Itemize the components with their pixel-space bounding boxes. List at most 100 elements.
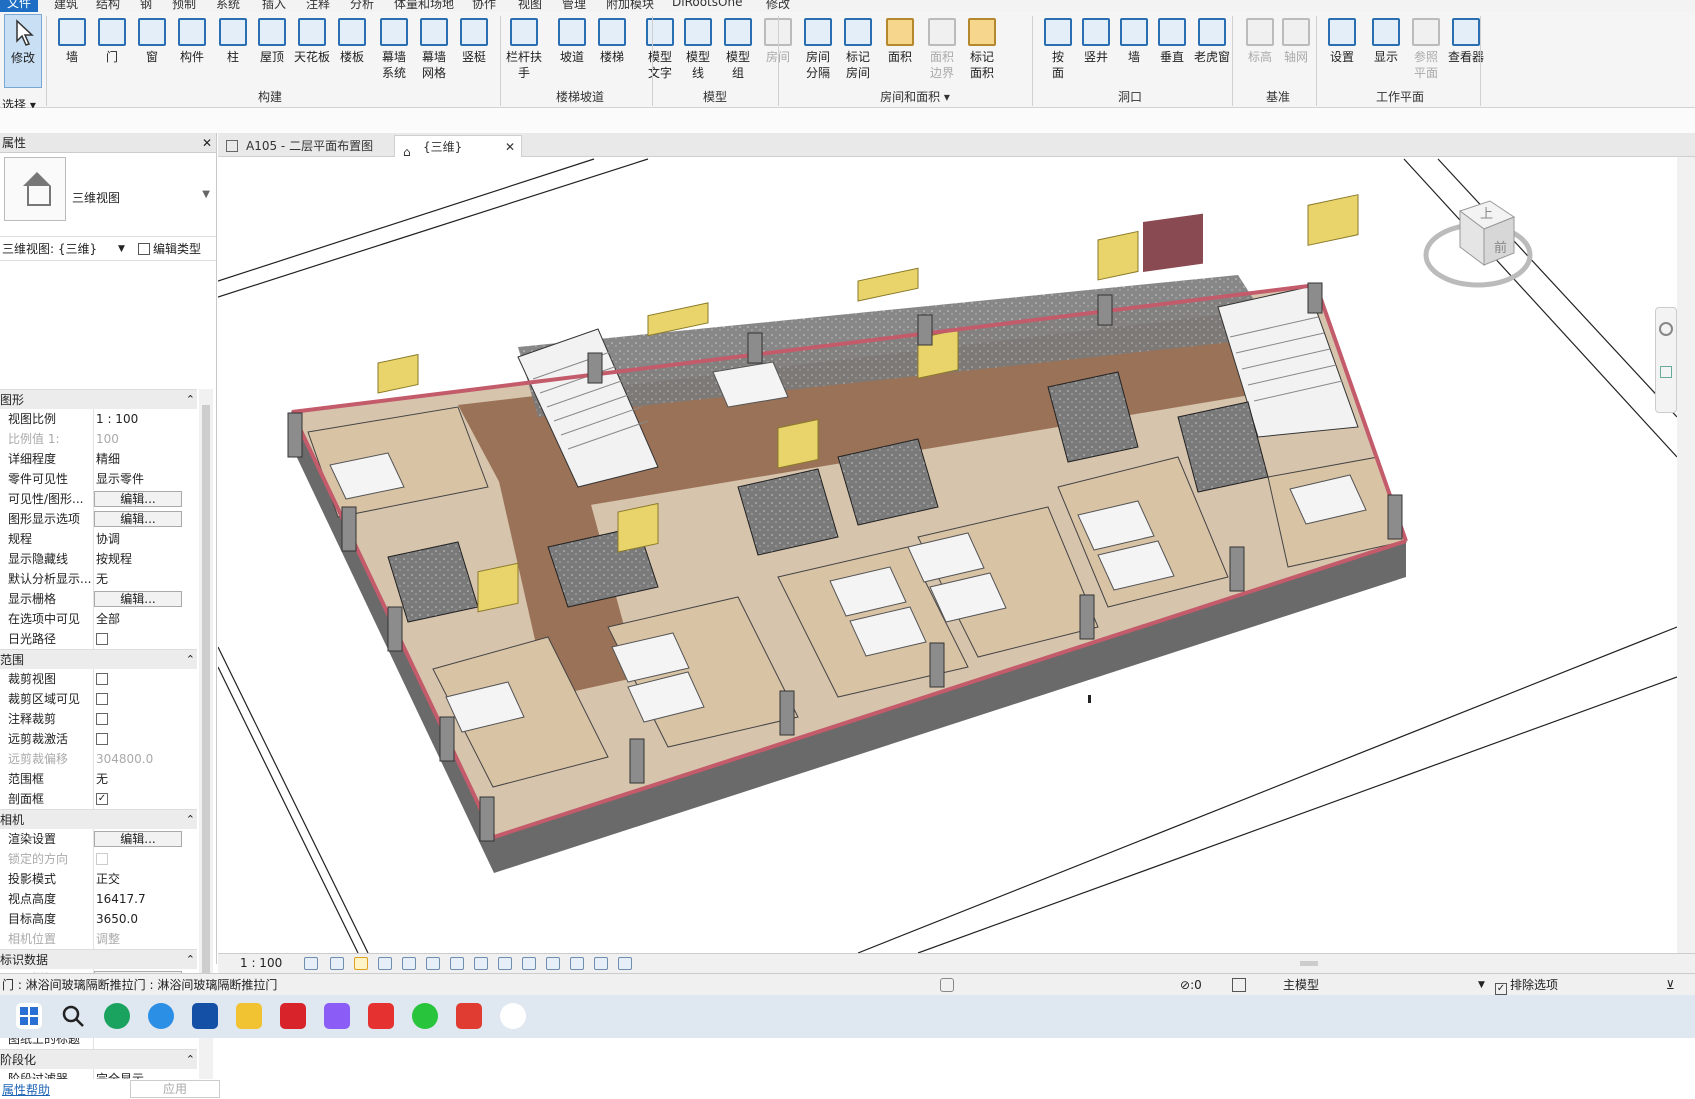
sun-path-icon[interactable] <box>354 957 368 970</box>
view-canvas-3d[interactable]: 上 前 <box>218 157 1677 953</box>
property-value[interactable]: 完全显示 <box>93 1069 197 1079</box>
property-checkbox[interactable] <box>96 713 108 725</box>
menu-addins[interactable]: 附加模块 <box>606 0 654 12</box>
level-button[interactable]: 标高 <box>1240 14 1280 65</box>
model-text-button[interactable]: 模型 文字 <box>640 14 680 81</box>
curtain-grid-button[interactable]: 幕墙 网格 <box>414 14 454 81</box>
column-button[interactable]: 柱 <box>213 14 253 65</box>
design-options-icon[interactable] <box>1232 978 1246 992</box>
property-value[interactable]: 协调 <box>93 529 197 549</box>
steering-wheel-icon[interactable] <box>1659 322 1673 336</box>
model-line-button[interactable]: 模型 线 <box>678 14 718 81</box>
chevron-down-icon[interactable]: ▼ <box>202 189 210 200</box>
worksharing-icon[interactable] <box>546 957 560 970</box>
show-crop-icon[interactable] <box>450 957 464 970</box>
wps-office-icon[interactable] <box>368 1003 394 1029</box>
property-value[interactable]: 无 <box>93 569 197 589</box>
menu-architecture[interactable]: 建筑 <box>54 0 78 12</box>
menu-collaborate[interactable]: 协作 <box>472 0 496 12</box>
reveal-hidden-icon[interactable] <box>522 957 536 970</box>
app-red-icon[interactable] <box>456 1003 482 1029</box>
qq-icon[interactable] <box>500 1003 526 1029</box>
crop-view-icon[interactable] <box>426 957 440 970</box>
property-section[interactable]: 图形 ⌃ <box>0 389 197 409</box>
window-button[interactable]: 窗 <box>132 14 172 65</box>
wechat-icon[interactable] <box>412 1003 438 1029</box>
render-icon[interactable] <box>402 957 416 970</box>
wall-opening-button[interactable]: 墙 <box>1114 14 1154 65</box>
revit-icon[interactable] <box>192 1003 218 1029</box>
tab-3d-view[interactable]: ⌂ {三维} ✕ <box>394 135 522 159</box>
properties-help-link[interactable]: 属性帮助 <box>2 1081 50 1098</box>
exclude-options-checkbox[interactable]: ✓ 排除选项 <box>1495 974 1558 996</box>
property-value[interactable]: 精细 <box>93 449 197 469</box>
stair-button[interactable]: 楼梯 <box>592 14 632 65</box>
chevron-down-icon[interactable]: ▼ <box>118 237 125 261</box>
worksets-icon[interactable] <box>940 978 954 992</box>
menu-manage[interactable]: 管理 <box>562 0 586 12</box>
menu-precast[interactable]: 预制 <box>172 0 196 12</box>
collapse-icon[interactable]: ⌃ <box>186 390 195 410</box>
railing-button[interactable]: 栏杆扶手 <box>504 14 544 81</box>
filter-icon[interactable]: ⊻ <box>1666 974 1675 996</box>
collapse-icon[interactable]: ⌃ <box>186 1050 195 1070</box>
mullion-button[interactable]: 竖梃 <box>454 14 494 65</box>
menu-modify[interactable]: 修改 <box>766 0 790 12</box>
model-group-button[interactable]: 模型 组 <box>718 14 758 81</box>
modify-button[interactable]: 修改 <box>4 14 42 88</box>
property-value[interactable]: 无 <box>93 769 197 789</box>
room-separator-button[interactable]: 房间 分隔 <box>798 14 838 81</box>
collapse-icon[interactable]: ⌃ <box>186 950 195 970</box>
edit-button[interactable]: 编辑... <box>94 491 182 507</box>
app-icon[interactable] <box>324 1003 350 1029</box>
edge-browser-icon[interactable] <box>104 1003 130 1029</box>
file-explorer-icon[interactable] <box>236 1003 262 1029</box>
menu-steel[interactable]: 钢 <box>140 0 152 12</box>
property-value[interactable]: 3650.0 <box>93 909 197 929</box>
apply-button[interactable]: 应用 <box>130 1080 220 1098</box>
by-face-button[interactable]: 按 面 <box>1038 14 1078 81</box>
menu-systems[interactable]: 系统 <box>216 0 240 12</box>
property-value[interactable]: 全部 <box>93 609 197 629</box>
windows-start-icon[interactable] <box>16 1003 42 1029</box>
canvas-vertical-scrollbar[interactable] <box>1677 157 1695 953</box>
property-value[interactable]: 正交 <box>93 869 197 889</box>
detail-level-icon[interactable] <box>304 957 318 970</box>
roof-button[interactable]: 屋顶 <box>252 14 292 65</box>
menu-insert[interactable]: 插入 <box>262 0 286 12</box>
show-workplane-button[interactable]: 显示 <box>1366 14 1406 65</box>
view-instance-selector[interactable]: 三维视图: {三维} ▼ 编辑类型 <box>0 237 216 261</box>
autocad-icon[interactable] <box>280 1003 306 1029</box>
property-checkbox[interactable]: ✓ <box>96 793 108 805</box>
property-checkbox[interactable] <box>96 693 108 705</box>
browser-icon[interactable] <box>148 1003 174 1029</box>
type-selector[interactable]: 三维视图 ▼ <box>0 153 216 237</box>
edit-type-button[interactable]: 编辑类型 <box>138 237 201 261</box>
property-value[interactable]: 1 : 100 <box>93 409 197 429</box>
collapse-icon[interactable]: ⌃ <box>186 650 195 670</box>
curtain-system-button[interactable]: 幕墙 系统 <box>374 14 414 81</box>
property-value[interactable]: 按规程 <box>93 549 197 569</box>
view-scale[interactable]: 1 : 100 <box>240 956 282 970</box>
set-workplane-button[interactable]: 设置 <box>1322 14 1362 65</box>
property-section[interactable]: 标识数据 ⌃ <box>0 949 197 969</box>
visual-style-icon[interactable] <box>330 957 344 970</box>
temporary-hide-icon[interactable] <box>498 957 512 970</box>
property-section[interactable]: 相机 ⌃ <box>0 809 197 829</box>
edit-button[interactable]: 编辑... <box>94 511 182 527</box>
property-section[interactable]: 阶段化 ⌃ <box>0 1049 197 1069</box>
property-value[interactable]: 16417.7 <box>93 889 197 909</box>
analytical-model-icon[interactable] <box>594 957 608 970</box>
menu-view[interactable]: 视图 <box>518 0 542 12</box>
property-checkbox[interactable] <box>96 733 108 745</box>
menu-annotate[interactable]: 注释 <box>306 0 330 12</box>
edit-button[interactable]: 编辑... <box>94 831 182 847</box>
collapse-icon[interactable]: ⌃ <box>186 810 195 830</box>
area-boundary-button[interactable]: 面积 边界 <box>922 14 962 81</box>
floor-button[interactable]: 楼板 <box>332 14 372 65</box>
property-checkbox[interactable] <box>96 633 108 645</box>
viewcube[interactable]: 上 前 <box>1418 177 1538 297</box>
ref-plane-button[interactable]: 参照 平面 <box>1406 14 1446 81</box>
ceiling-button[interactable]: 天花板 <box>292 14 332 65</box>
shaft-button[interactable]: 竖井 <box>1076 14 1116 65</box>
